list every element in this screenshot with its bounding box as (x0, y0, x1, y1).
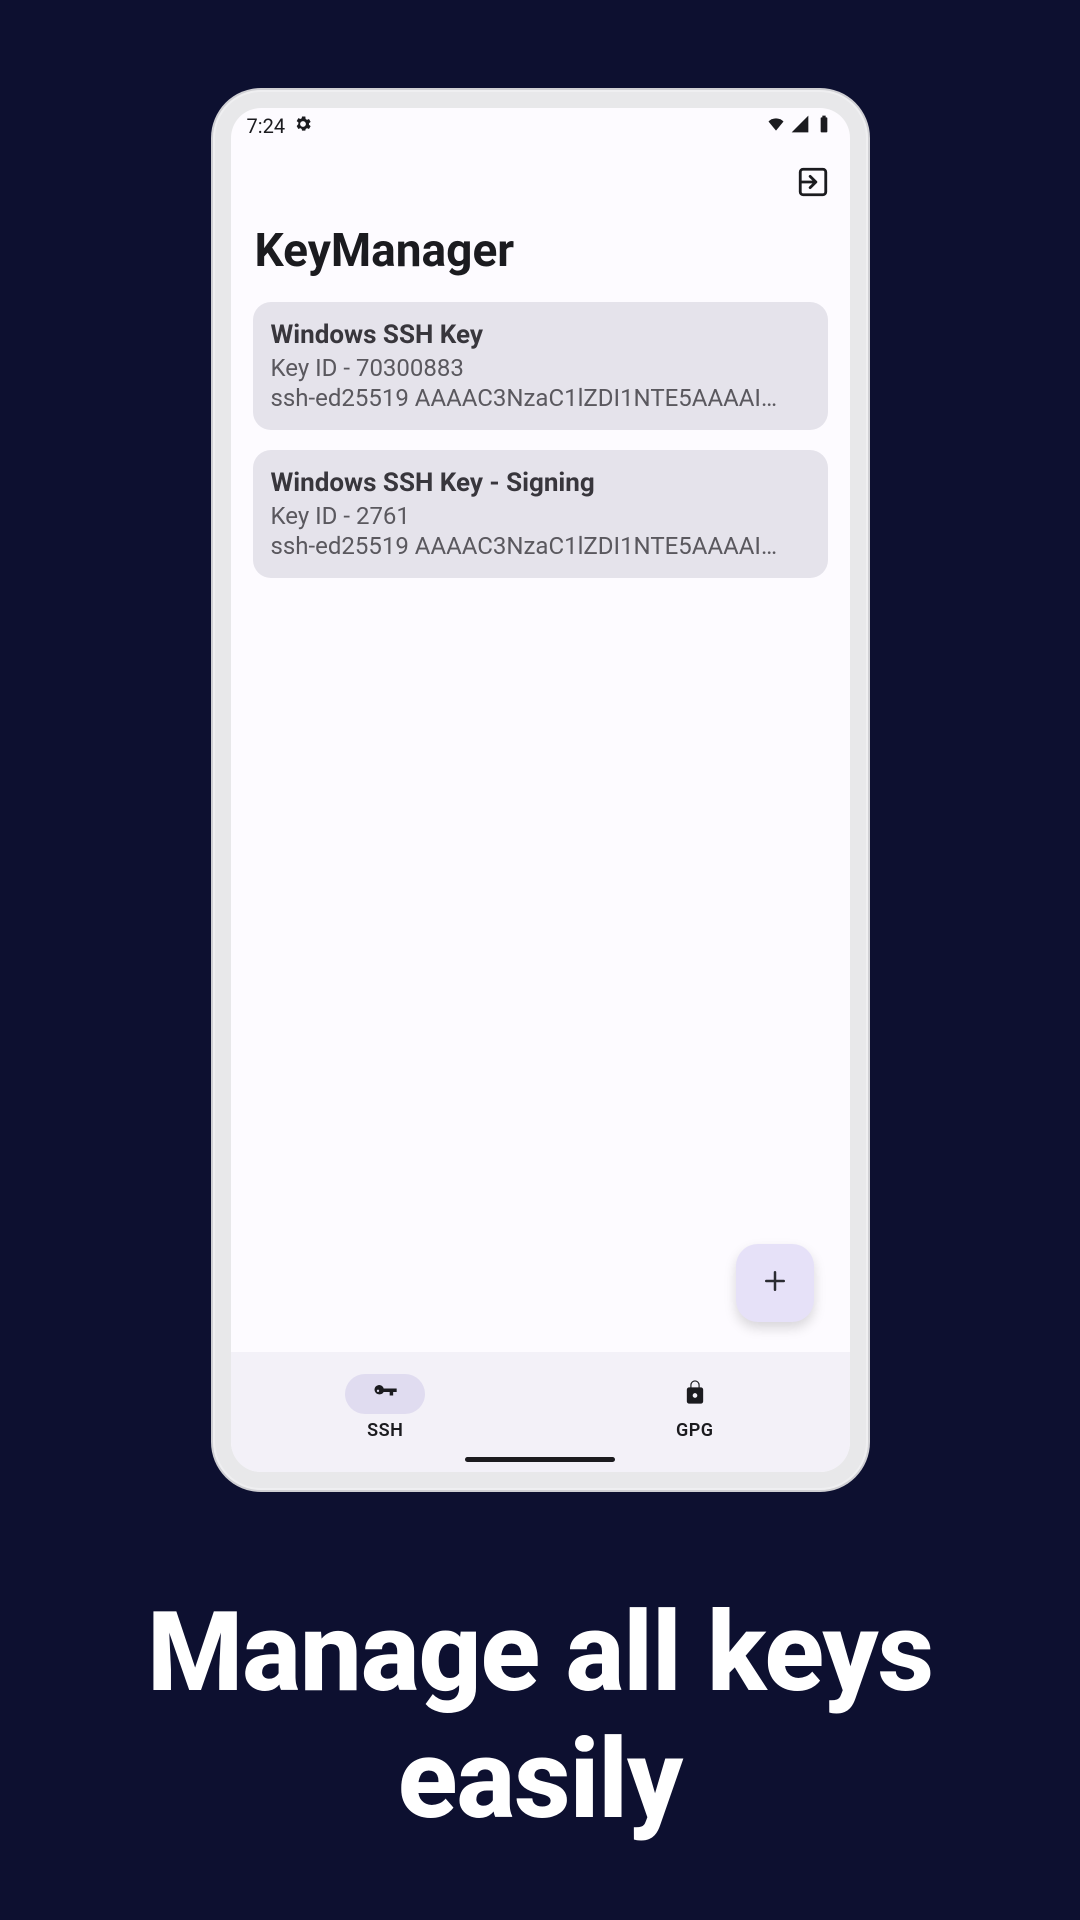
battery-icon (814, 114, 834, 139)
signal-icon (790, 114, 810, 139)
key-fingerprint: ssh-ed25519 AAAAC3NzaC1lZDI1NTE5AAAAI… (271, 532, 810, 560)
key-fingerprint: ssh-ed25519 AAAAC3NzaC1lZDI1NTE5AAAAI… (271, 384, 810, 412)
lock-icon (681, 1378, 709, 1410)
add-key-button[interactable] (736, 1244, 814, 1322)
nav-label-gpg: GPG (676, 1420, 714, 1441)
promo-line2: easily (147, 1717, 933, 1844)
nav-item-ssh[interactable]: SSH (345, 1374, 425, 1441)
promo-line1: Manage all keys (147, 1590, 933, 1717)
key-list: Windows SSH Key Key ID - 70300883 ssh-ed… (231, 302, 850, 598)
key-card[interactable]: Windows SSH Key - Signing Key ID - 2761 … (253, 450, 828, 578)
status-bar: 7:24 (231, 108, 850, 144)
status-time: 7:24 (247, 114, 286, 138)
nav-item-gpg[interactable]: GPG (655, 1374, 735, 1441)
key-icon (371, 1378, 399, 1410)
promo-headline: Manage all keys easily (147, 1590, 933, 1843)
phone-screen: 7:24 KeyManager (231, 108, 850, 1472)
key-id: Key ID - 2761 (271, 502, 810, 530)
nav-label-ssh: SSH (367, 1420, 403, 1441)
export-icon[interactable] (796, 165, 830, 203)
key-id: Key ID - 70300883 (271, 354, 810, 382)
gear-icon (293, 114, 313, 139)
key-card[interactable]: Windows SSH Key Key ID - 70300883 ssh-ed… (253, 302, 828, 430)
plus-icon (760, 1266, 790, 1300)
page-title: KeyManager (231, 224, 850, 302)
key-title: Windows SSH Key (271, 320, 810, 350)
wifi-icon (766, 114, 786, 139)
home-indicator[interactable] (465, 1457, 615, 1462)
phone-frame: 7:24 KeyManager (213, 90, 868, 1490)
bottom-nav: SSH GPG (231, 1352, 850, 1472)
action-bar (231, 144, 850, 224)
key-title: Windows SSH Key - Signing (271, 468, 810, 498)
